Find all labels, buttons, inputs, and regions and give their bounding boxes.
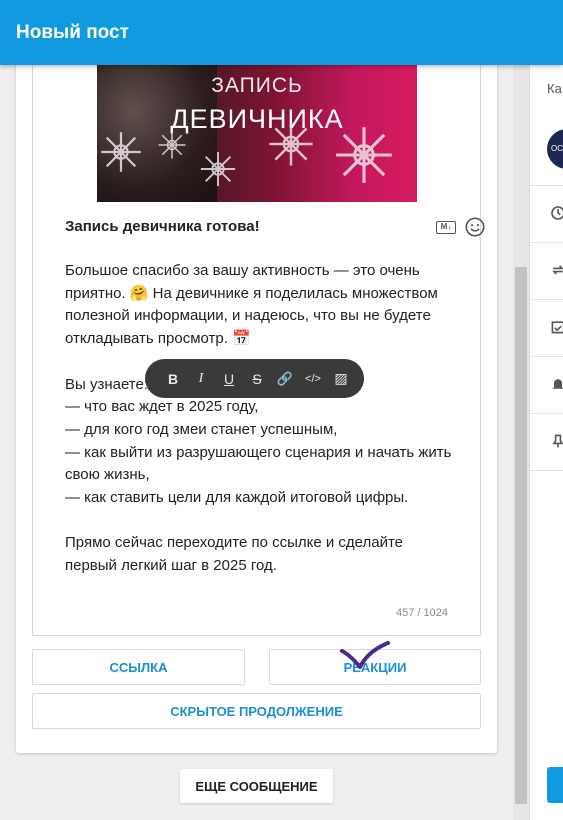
page-title: Новый пост [16, 21, 129, 43]
markdown-icon[interactable]: M↓ [436, 221, 456, 234]
hidden-continuation-button[interactable]: СКРЫТОЕ ПРОДОЛЖЕНИЕ [32, 693, 481, 729]
underline-button[interactable]: U [215, 365, 243, 393]
character-counter: 457 / 1024 [396, 607, 448, 619]
divider [530, 470, 563, 471]
notification-item[interactable] [530, 356, 563, 413]
bell-icon [552, 379, 563, 389]
scrollbar[interactable] [513, 65, 529, 820]
snowflake-icon [200, 151, 236, 187]
post-title: Запись девичника готова! [65, 218, 260, 235]
snowflake-icon [336, 127, 392, 183]
snowflake-icon [269, 122, 313, 166]
snowflake-icon [101, 132, 141, 172]
pin-item[interactable] [530, 413, 563, 470]
post-editor[interactable]: ЗАПИСЬ ДЕВИЧНИКА Запись девичника готова… [32, 50, 485, 636]
right-panel-label: Ка [547, 81, 562, 96]
italic-button[interactable]: I [187, 365, 215, 393]
emoji-icon[interactable] [464, 216, 486, 238]
calendar-check-icon [551, 321, 563, 334]
link-button-add[interactable]: ССЫЛКА [32, 649, 245, 685]
publish-button[interactable] [547, 767, 563, 803]
post-card: ЗАПИСЬ ДЕВИЧНИКА Запись девичника готова… [16, 50, 497, 753]
clear-format-button[interactable]: ▨ [327, 365, 355, 393]
snowflake-icon [158, 131, 186, 159]
post-image[interactable]: ЗАПИСЬ ДЕВИЧНИКА [97, 50, 417, 202]
code-button[interactable]: </> [299, 365, 327, 393]
scrollbar-thumb[interactable] [515, 267, 527, 804]
avatar[interactable]: OC [547, 129, 563, 169]
bold-button[interactable]: B [159, 365, 187, 393]
right-panel: Ка OC [529, 65, 563, 820]
clock-icon [551, 206, 563, 220]
checkmark-icon [340, 641, 390, 669]
app-header: Новый пост [0, 0, 563, 65]
format-toolbar: B I U S 🔗 </> ▨ [145, 359, 364, 398]
pin-icon [552, 434, 563, 448]
schedule-item[interactable] [530, 185, 563, 242]
strikethrough-button[interactable]: S [243, 365, 271, 393]
post-body-text[interactable]: Большое спасибо за вашу активность — это… [65, 260, 490, 578]
repeat-icon [552, 265, 563, 275]
repeat-item[interactable] [530, 242, 563, 299]
calendar-item[interactable] [530, 299, 563, 356]
add-message-button[interactable]: ЕЩЕ СООБЩЕНИЕ [180, 769, 333, 803]
link-button[interactable]: 🔗 [271, 365, 299, 393]
image-caption-line1: ЗАПИСЬ [211, 74, 303, 97]
